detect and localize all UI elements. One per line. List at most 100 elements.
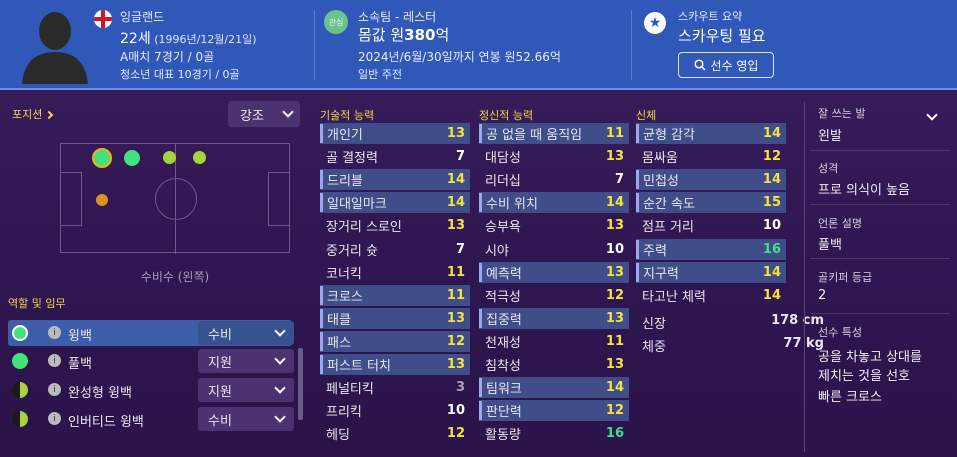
attribute-value: 13: [446, 126, 465, 141]
attribute-row: 승부욕 13: [479, 215, 629, 236]
attribute-row: 활동량 16: [479, 423, 629, 444]
attribute-row: 패스 12: [320, 330, 470, 352]
attribute-name: 판단력: [479, 401, 522, 421]
preferred-foot-title: 잘 쓰는 발: [818, 107, 866, 120]
attribute-value: 13: [605, 310, 624, 326]
attribute-row: 드리블 14: [320, 169, 470, 191]
attribute-name: 순간 속도: [636, 193, 695, 213]
attribute-value: 14: [605, 380, 624, 396]
attribute-name: 패스: [320, 331, 351, 351]
attribute-value: 13: [605, 218, 624, 234]
position-dot-ml[interactable]: [163, 151, 176, 164]
attribute-row: 몸싸움 12: [636, 146, 786, 167]
youth-caps: 청소년 대표 10경기 / 0골: [120, 68, 240, 81]
attribute-row: 시야 10: [479, 239, 629, 260]
attribute-value: 15: [762, 195, 781, 211]
star-icon: ★: [644, 12, 666, 34]
position-dot-dl[interactable]: [92, 148, 112, 168]
role-item[interactable]: i 윙백 수비: [8, 320, 294, 346]
attribute-value: 11: [446, 287, 465, 303]
attribute-value: 13: [605, 264, 624, 280]
positions-link[interactable]: 포지션: [12, 106, 54, 122]
attribute-name: 점프 거리: [642, 220, 694, 236]
attribute-name: 지구력: [636, 262, 679, 282]
attribute-value: 7: [455, 241, 465, 257]
attribute-name: 민첩성: [636, 170, 679, 190]
attribute-value: 13: [605, 357, 624, 372]
divider: [631, 10, 632, 80]
attribute-value: 13: [446, 310, 465, 326]
attribute-name: 팀워크: [479, 378, 522, 398]
sign-player-button[interactable]: 선수 영입: [678, 52, 774, 78]
roles-scrollbar[interactable]: [298, 348, 303, 420]
attribute-value: 7: [455, 149, 465, 165]
personality: 프로 의식이 높음: [818, 183, 910, 198]
duty-dropdown[interactable]: 지원: [198, 378, 294, 402]
divider: [804, 102, 805, 452]
attribute-row: 예측력 13: [479, 261, 629, 283]
squad-status: 일반 주전: [358, 68, 402, 81]
duty-dropdown[interactable]: 수비: [198, 407, 294, 431]
club: 소속팀 - 레스터: [358, 10, 437, 24]
attribute-value: 16: [605, 426, 624, 442]
nationality: 잉글랜드: [120, 10, 165, 24]
emphasis-dropdown[interactable]: 강조: [228, 101, 300, 127]
interest-badge: 관심: [324, 10, 348, 34]
player-trait: 공을 차놓고 상대를: [818, 350, 922, 365]
attribute-value: 16: [762, 241, 781, 257]
attribute-row: 팀워크 14: [479, 377, 629, 399]
roles-title: 역할 및 임무: [8, 297, 66, 310]
goalkeeper-rating-title: 골키퍼 등급: [818, 271, 873, 284]
position-dot-aml[interactable]: [193, 151, 206, 164]
attribute-name: 크로스: [320, 285, 363, 305]
attribute-value: 12: [762, 149, 781, 165]
attribute-name: 몸싸움: [642, 151, 678, 167]
mental-title: 정신적 능력: [479, 109, 534, 122]
attribute-row: 점프 거리 10: [636, 215, 786, 236]
attribute-value: 14: [762, 287, 781, 303]
player-trait: 빠른 크로스: [818, 390, 882, 405]
preferred-foot: 왼발: [818, 129, 842, 144]
attribute-value: 11: [605, 333, 624, 349]
attribute-row: 개인기 13: [320, 123, 470, 144]
info-icon[interactable]: i: [48, 412, 61, 425]
attribute-row: 일대일마크 14: [320, 192, 470, 214]
attribute-name: 중거리 슛: [326, 243, 378, 259]
duty-dropdown[interactable]: 수비: [198, 321, 294, 345]
attribute-value: 12: [446, 333, 465, 349]
duty-dropdown[interactable]: 지원: [198, 349, 294, 373]
chevron-down-icon: [274, 325, 286, 337]
attribute-name: 주력: [636, 239, 667, 259]
attribute-name: 헤딩: [326, 428, 350, 444]
attribute-row: 헤딩 12: [320, 423, 470, 444]
attribute-name: 적극성: [485, 289, 521, 305]
position-dot-dc[interactable]: [96, 194, 108, 206]
position-pitch: [60, 143, 290, 254]
role-item[interactable]: i 인버티드 윙백 수비: [8, 406, 294, 432]
role-item[interactable]: i 완성형 윙백 지원: [8, 377, 294, 403]
attribute-value: 7: [614, 172, 624, 188]
info-icon[interactable]: i: [48, 326, 61, 339]
player-trait: 제치는 것을 선호: [818, 369, 910, 384]
role-rating-icon: [12, 382, 28, 398]
market-value: 몸값 원380억: [358, 26, 450, 44]
chevron-right-icon: [45, 110, 54, 120]
attribute-row: 중거리 슛 7: [320, 239, 470, 260]
attribute-name: 코너킥: [326, 266, 362, 282]
attribute-name: 드리블: [320, 170, 363, 190]
role-item[interactable]: i 풀백 지원: [8, 348, 294, 374]
attribute-row: 판단력 12: [479, 400, 629, 422]
attribute-value: 14: [762, 172, 781, 188]
attribute-row: 대담성 13: [479, 146, 629, 167]
collapse-chevron-icon[interactable]: [926, 108, 938, 122]
attribute-value: 13: [446, 357, 465, 372]
attribute-row: 타고난 체력 14: [636, 285, 786, 306]
attribute-value: 14: [446, 195, 465, 211]
attribute-name: 수비 위치: [479, 193, 538, 213]
attribute-row: 공 없을 때 움직임 11: [479, 123, 629, 144]
position-dot-wbl[interactable]: [124, 150, 140, 166]
info-icon[interactable]: i: [48, 354, 61, 367]
scout-title: 스카우트 요약: [678, 10, 743, 23]
info-icon[interactable]: i: [48, 383, 61, 396]
attribute-row: 집중력 13: [479, 307, 629, 329]
